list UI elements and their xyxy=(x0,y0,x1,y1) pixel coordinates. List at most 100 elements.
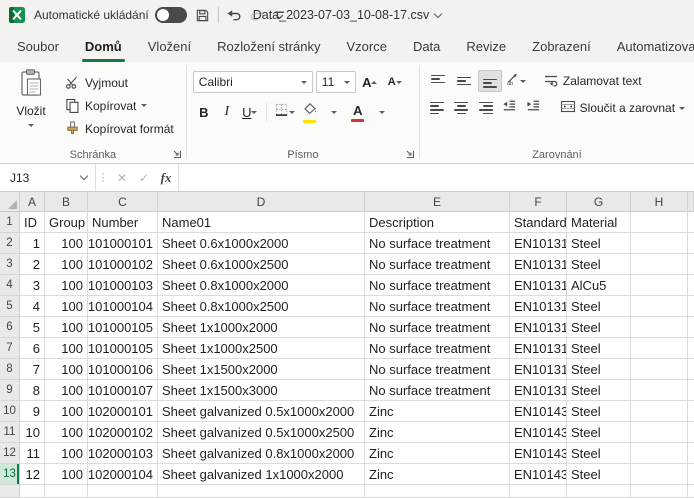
cell-C9[interactable]: 101000107 xyxy=(88,380,158,401)
tab-automatizovat[interactable]: Automatizovat xyxy=(604,30,694,62)
font-color-dropdown[interactable] xyxy=(371,100,393,124)
column-header-E[interactable]: E xyxy=(365,192,510,212)
cell-B13[interactable]: 100 xyxy=(45,464,88,485)
decrease-font-button[interactable]: A xyxy=(384,70,406,94)
cell-D7[interactable]: Sheet 1x1000x2500 xyxy=(158,338,365,359)
cell-G6[interactable]: Steel xyxy=(567,317,631,338)
cell-F9[interactable]: EN10131 xyxy=(510,380,567,401)
cell-H4[interactable] xyxy=(631,275,688,296)
cell-E2[interactable]: No surface treatment xyxy=(365,233,510,254)
autosave-control[interactable]: Automatické ukládání xyxy=(34,7,187,23)
cell-C3[interactable]: 101000102 xyxy=(88,254,158,275)
cell-D11[interactable]: Sheet galvanized 0.5x1000x2500 xyxy=(158,422,365,443)
column-header-F[interactable]: F xyxy=(510,192,567,212)
cell-E1[interactable]: Description xyxy=(365,212,510,233)
cell-A13[interactable]: 12 xyxy=(20,464,45,485)
underline-button[interactable]: U xyxy=(239,100,261,124)
row-header-14[interactable] xyxy=(0,485,20,498)
cell-E8[interactable]: No surface treatment xyxy=(365,359,510,380)
font-size-combobox[interactable]: 11 xyxy=(316,71,356,93)
cell-B10[interactable]: 100 xyxy=(45,401,88,422)
row-header-2[interactable]: 2 xyxy=(0,233,20,254)
column-header-A[interactable]: A xyxy=(20,192,45,212)
italic-button[interactable]: I xyxy=(216,100,238,124)
cell-A12[interactable]: 11 xyxy=(20,443,45,464)
paste-button[interactable]: Vložit xyxy=(6,68,56,146)
cell-E3[interactable]: No surface treatment xyxy=(365,254,510,275)
cell-E7[interactable]: No surface treatment xyxy=(365,338,510,359)
cell-G13[interactable]: Steel xyxy=(567,464,631,485)
cell-A9[interactable]: 8 xyxy=(20,380,45,401)
cell-A6[interactable]: 5 xyxy=(20,317,45,338)
cell-H1[interactable] xyxy=(631,212,688,233)
clipboard-dialog-launcher-icon[interactable] xyxy=(171,148,182,159)
formula-bar-handle[interactable]: ⋮ xyxy=(96,164,110,191)
cell-F10[interactable]: EN10143 xyxy=(510,401,567,422)
document-title-chevron-icon[interactable] xyxy=(434,9,442,17)
cell-A5[interactable]: 4 xyxy=(20,296,45,317)
cell-E4[interactable]: No surface treatment xyxy=(365,275,510,296)
cell-E13[interactable]: Zinc xyxy=(365,464,510,485)
orientation-button[interactable]: ab xyxy=(504,70,528,92)
cell-B2[interactable]: 100 xyxy=(45,233,88,254)
cell-H14[interactable] xyxy=(631,485,688,498)
cell-D13[interactable]: Sheet galvanized 1x1000x2000 xyxy=(158,464,365,485)
cell-B14[interactable] xyxy=(45,485,88,498)
cell-D14[interactable] xyxy=(158,485,365,498)
align-bottom-button[interactable] xyxy=(478,70,502,92)
cell-H3[interactable] xyxy=(631,254,688,275)
row-header-5[interactable]: 5 xyxy=(0,296,20,317)
cell-H8[interactable] xyxy=(631,359,688,380)
cell-G12[interactable]: Steel xyxy=(567,443,631,464)
underline-dropdown-icon[interactable] xyxy=(251,111,257,117)
font-color-button[interactable]: A xyxy=(346,100,370,124)
cell-G1[interactable]: Material xyxy=(567,212,631,233)
cell-A10[interactable]: 9 xyxy=(20,401,45,422)
tab-zobrazeni[interactable]: Zobrazení xyxy=(519,30,604,62)
cell-F4[interactable]: EN10131 xyxy=(510,275,567,296)
cell-H11[interactable] xyxy=(631,422,688,443)
cell-E11[interactable]: Zinc xyxy=(365,422,510,443)
cell-C10[interactable]: 102000101 xyxy=(88,401,158,422)
cell-E12[interactable]: Zinc xyxy=(365,443,510,464)
cell-B1[interactable]: Group xyxy=(45,212,88,233)
cell-B4[interactable]: 100 xyxy=(45,275,88,296)
cell-B6[interactable]: 100 xyxy=(45,317,88,338)
cell-D4[interactable]: Sheet 0.8x1000x2000 xyxy=(158,275,365,296)
cell-H12[interactable] xyxy=(631,443,688,464)
cell-D3[interactable]: Sheet 0.6x1000x2500 xyxy=(158,254,365,275)
cell-C4[interactable]: 101000103 xyxy=(88,275,158,296)
fill-color-button[interactable] xyxy=(298,100,322,124)
cell-F8[interactable]: EN10131 xyxy=(510,359,567,380)
cell-A1[interactable]: ID xyxy=(20,212,45,233)
save-icon[interactable] xyxy=(195,7,211,23)
cell-D10[interactable]: Sheet galvanized 0.5x1000x2000 xyxy=(158,401,365,422)
cell-C7[interactable]: 101000105 xyxy=(88,338,158,359)
undo-icon[interactable] xyxy=(226,7,242,23)
cell-G3[interactable]: Steel xyxy=(567,254,631,275)
column-header-G[interactable]: G xyxy=(567,192,631,212)
increase-font-button[interactable]: A xyxy=(359,70,381,94)
cell-F11[interactable]: EN10143 xyxy=(510,422,567,443)
align-left-button[interactable] xyxy=(426,97,448,119)
cell-G10[interactable]: Steel xyxy=(567,401,631,422)
cut-button[interactable]: Vyjmout xyxy=(60,71,178,94)
wrap-text-button[interactable]: Zalamovat text xyxy=(538,70,647,92)
align-top-button[interactable] xyxy=(426,70,450,92)
cell-B9[interactable]: 100 xyxy=(45,380,88,401)
row-header-8[interactable]: 8 xyxy=(0,359,20,380)
cell-G4[interactable]: AlCu5 xyxy=(567,275,631,296)
cell-G2[interactable]: Steel xyxy=(567,233,631,254)
cell-C13[interactable]: 102000104 xyxy=(88,464,158,485)
cell-F13[interactable]: EN10143 xyxy=(510,464,567,485)
align-middle-button[interactable] xyxy=(452,70,476,92)
tab-soubor[interactable]: Soubor xyxy=(4,30,72,62)
cell-A4[interactable]: 3 xyxy=(20,275,45,296)
cell-B8[interactable]: 100 xyxy=(45,359,88,380)
orientation-dropdown-icon[interactable] xyxy=(520,80,526,86)
cell-F12[interactable]: EN10143 xyxy=(510,443,567,464)
cell-C1[interactable]: Number xyxy=(88,212,158,233)
cell-A7[interactable]: 6 xyxy=(20,338,45,359)
cell-D1[interactable]: Name01 xyxy=(158,212,365,233)
font-name-dropdown-icon[interactable] xyxy=(301,81,307,87)
